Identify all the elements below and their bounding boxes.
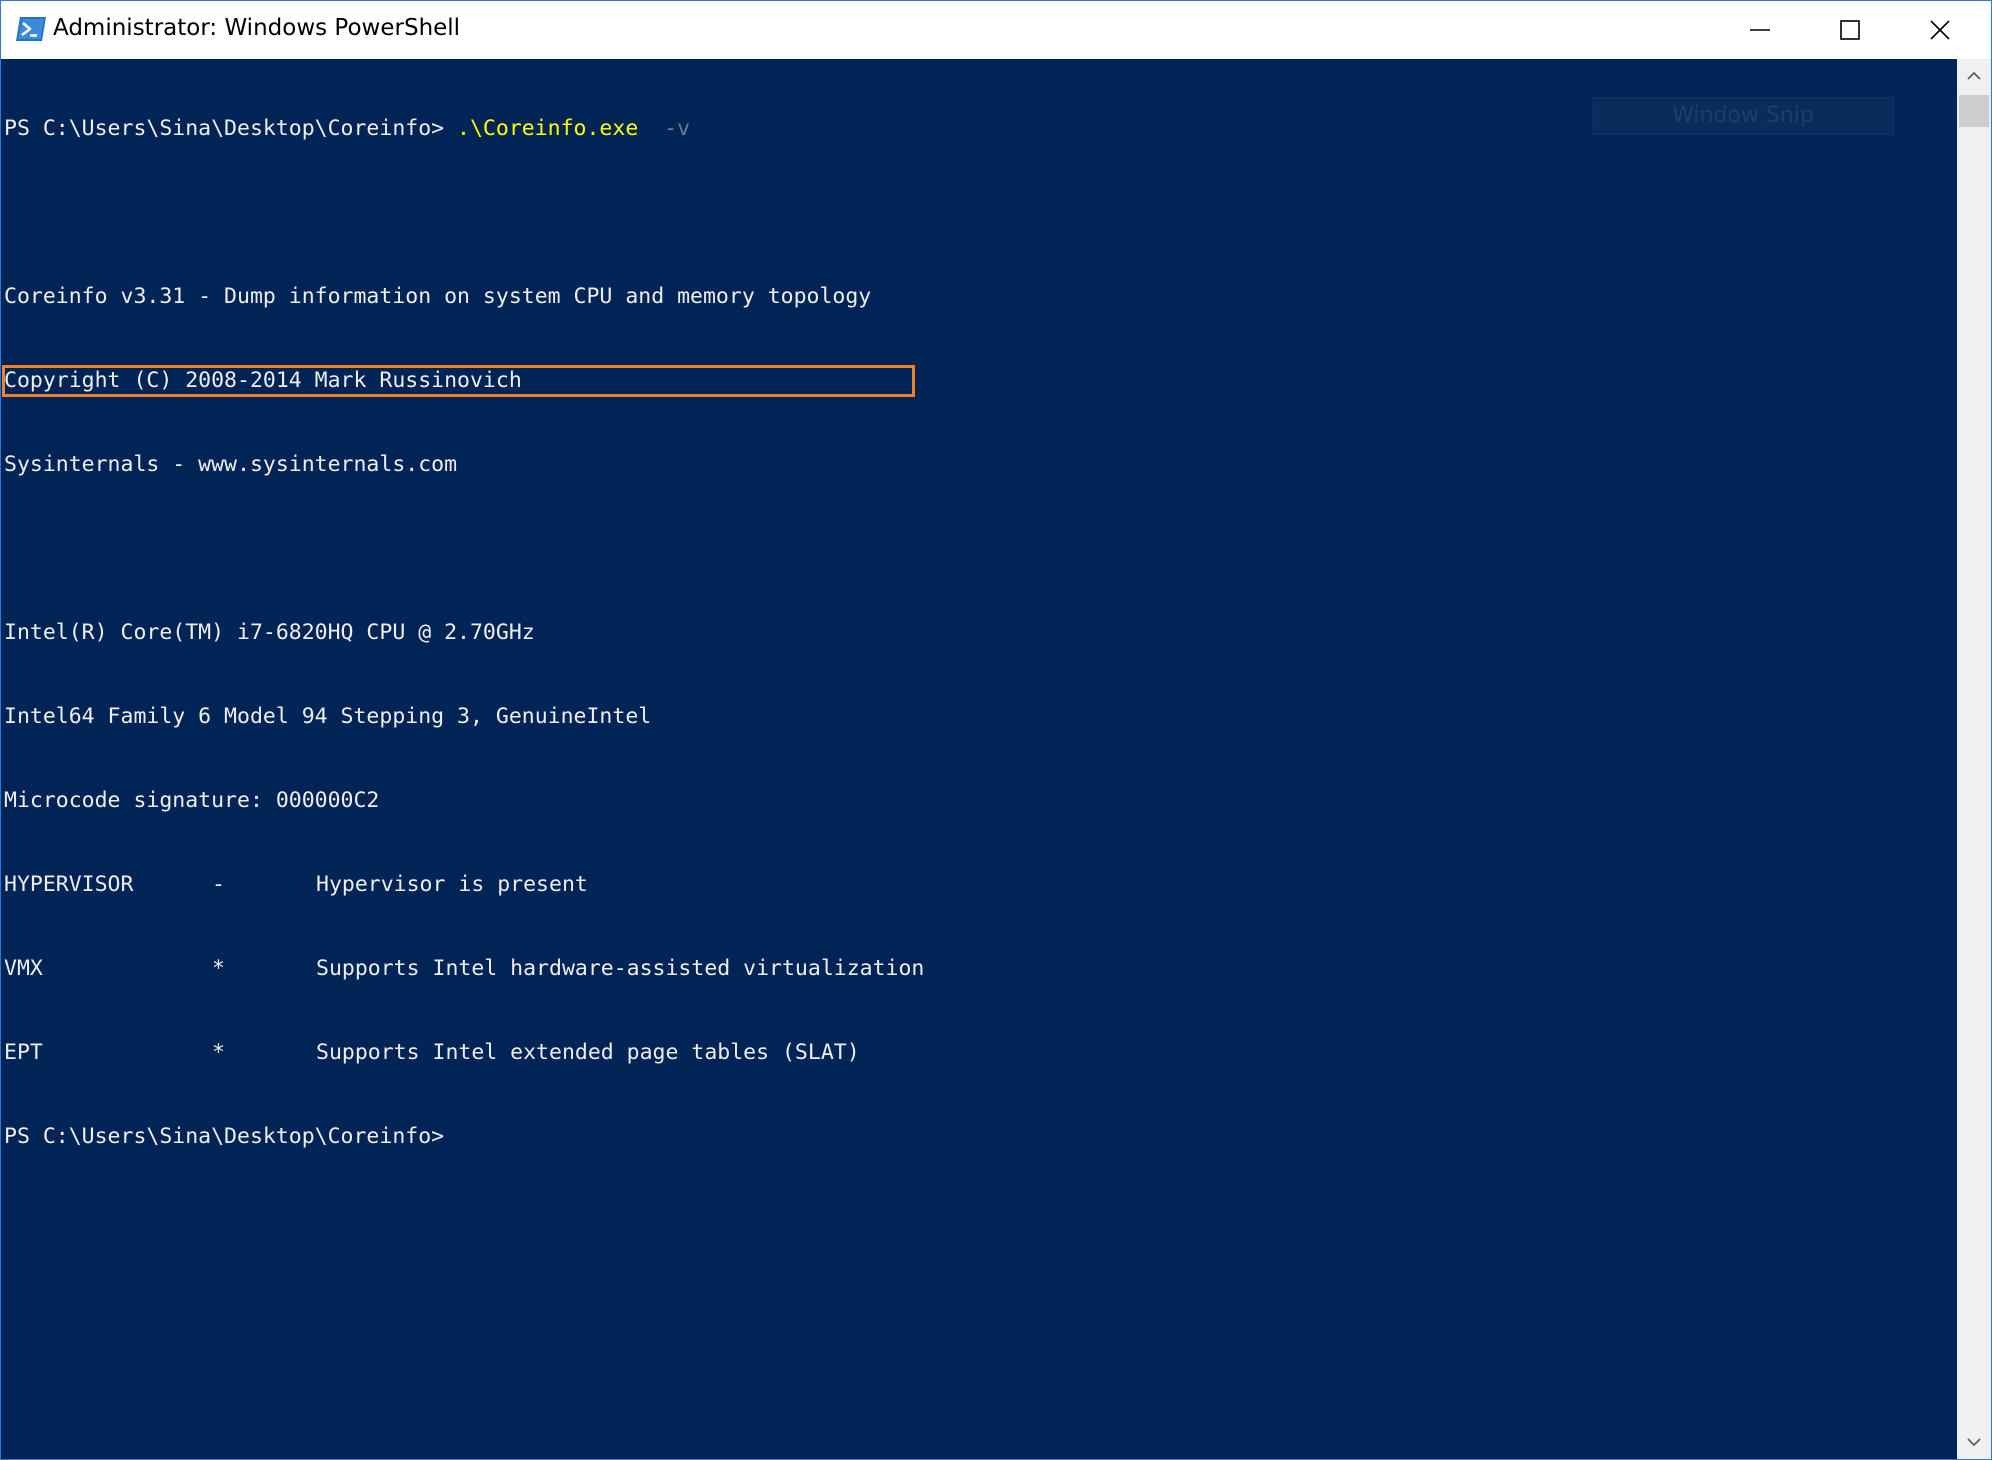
minimize-icon: [1750, 29, 1770, 31]
output-line: Coreinfo v3.31 - Dump information on sys…: [4, 284, 872, 309]
ept-highlight-box: [2, 365, 915, 397]
output-line: Intel64 Family 6 Model 94 Stepping 3, Ge…: [4, 704, 652, 729]
vertical-scrollbar[interactable]: [1957, 59, 1991, 1459]
minimize-button[interactable]: [1715, 1, 1805, 59]
powershell-window: Administrator: Windows PowerShell PS C:\…: [0, 0, 1992, 1460]
feature-row: HYPERVISOR - Hypervisor is present: [4, 871, 924, 899]
chevron-up-icon: [1967, 71, 1981, 80]
prompt: PS C:\Users\Sina\Desktop\Coreinfo>: [4, 116, 458, 141]
console-output: PS C:\Users\Sina\Desktop\Coreinfo> .\Cor…: [4, 59, 924, 1207]
scroll-up-button[interactable]: [1957, 59, 1991, 93]
output-line: Intel(R) Core(TM) i7-6820HQ CPU @ 2.70GH…: [4, 620, 535, 645]
prompt-line: PS C:\Users\Sina\Desktop\Coreinfo> .\Cor…: [4, 115, 924, 143]
command: .\Coreinfo.exe: [457, 116, 639, 141]
maximize-icon: [1840, 20, 1860, 40]
output-line: Sysinternals - www.sysinternals.com: [4, 452, 458, 477]
feature-flag: -: [212, 872, 225, 897]
scroll-thumb[interactable]: [1959, 95, 1989, 127]
feature-flag: *: [212, 956, 225, 981]
feature-name: EPT: [4, 1040, 43, 1065]
feature-description: Hypervisor is present: [316, 872, 588, 897]
prompt-line: PS C:\Users\Sina\Desktop\Coreinfo>: [4, 1124, 445, 1149]
close-button[interactable]: [1895, 1, 1985, 59]
scroll-down-button[interactable]: [1957, 1425, 1991, 1459]
feature-name: HYPERVISOR: [4, 872, 134, 897]
powershell-icon: [15, 15, 47, 43]
close-icon: [1930, 20, 1950, 40]
window-snip-ghost: Window Snip: [1592, 97, 1894, 135]
output-line: Microcode signature: 000000C2: [4, 788, 380, 813]
feature-description: Supports Intel extended page tables (SLA…: [316, 1040, 860, 1065]
title-bar[interactable]: Administrator: Windows PowerShell: [1, 1, 1991, 59]
feature-description: Supports Intel hardware-assisted virtual…: [316, 956, 925, 981]
feature-flag: *: [212, 1040, 225, 1065]
feature-row: EPT * Supports Intel extended page tables …: [4, 1039, 924, 1067]
window-title: Administrator: Windows PowerShell: [53, 15, 461, 41]
feature-row: VMX * Supports Intel hardware-assisted vir…: [4, 955, 924, 983]
chevron-down-icon: [1967, 1438, 1981, 1447]
console-area[interactable]: PS C:\Users\Sina\Desktop\Coreinfo> .\Cor…: [1, 59, 1957, 1459]
feature-name: VMX: [4, 956, 43, 981]
maximize-button[interactable]: [1805, 1, 1895, 59]
command-parameter: -v: [638, 116, 691, 141]
